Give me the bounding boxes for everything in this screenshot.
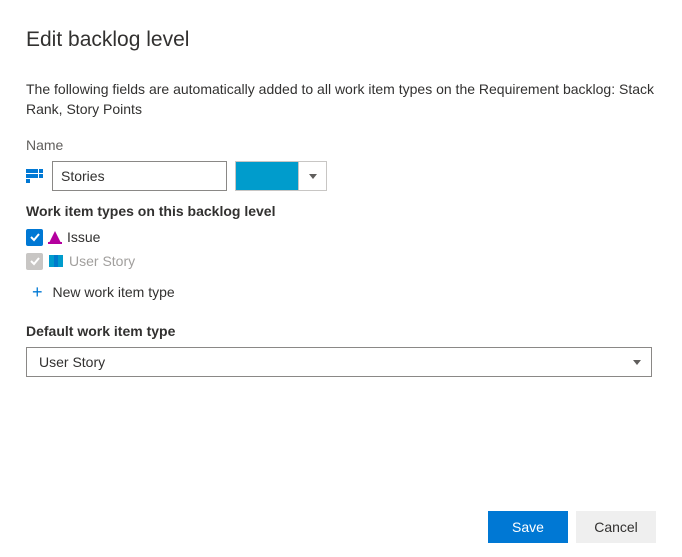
- wit-checkbox-user-story: [26, 253, 43, 270]
- description-text: The following fields are automatically a…: [26, 80, 656, 119]
- default-wit-select[interactable]: User Story: [26, 347, 652, 377]
- new-work-item-type-button[interactable]: + New work item type: [26, 283, 656, 301]
- save-button[interactable]: Save: [488, 511, 568, 543]
- color-picker[interactable]: [235, 161, 327, 191]
- name-row: [26, 161, 656, 191]
- issue-icon: [49, 231, 61, 243]
- wit-label: Issue: [67, 229, 100, 245]
- name-input[interactable]: [52, 161, 227, 191]
- name-label: Name: [26, 137, 656, 153]
- default-wit-label: Default work item type: [26, 323, 656, 339]
- wit-row-issue: Issue: [26, 225, 656, 249]
- color-swatch: [236, 162, 298, 190]
- dialog-title: Edit backlog level: [26, 28, 656, 52]
- chevron-down-icon: [309, 174, 317, 179]
- wit-section-label: Work item types on this backlog level: [26, 203, 656, 219]
- wit-row-user-story: User Story: [26, 249, 656, 273]
- backlog-level-icon: [26, 169, 44, 183]
- wit-checkbox-issue[interactable]: [26, 229, 43, 246]
- chevron-down-icon: [633, 360, 641, 365]
- plus-icon: +: [32, 283, 43, 301]
- new-wit-label: New work item type: [53, 284, 175, 300]
- default-wit-value: User Story: [39, 354, 105, 370]
- color-dropdown-toggle[interactable]: [298, 162, 326, 190]
- cancel-button[interactable]: Cancel: [576, 511, 656, 543]
- user-story-icon: [49, 255, 63, 267]
- wit-label: User Story: [69, 253, 135, 269]
- dialog-footer: Save Cancel: [488, 511, 656, 543]
